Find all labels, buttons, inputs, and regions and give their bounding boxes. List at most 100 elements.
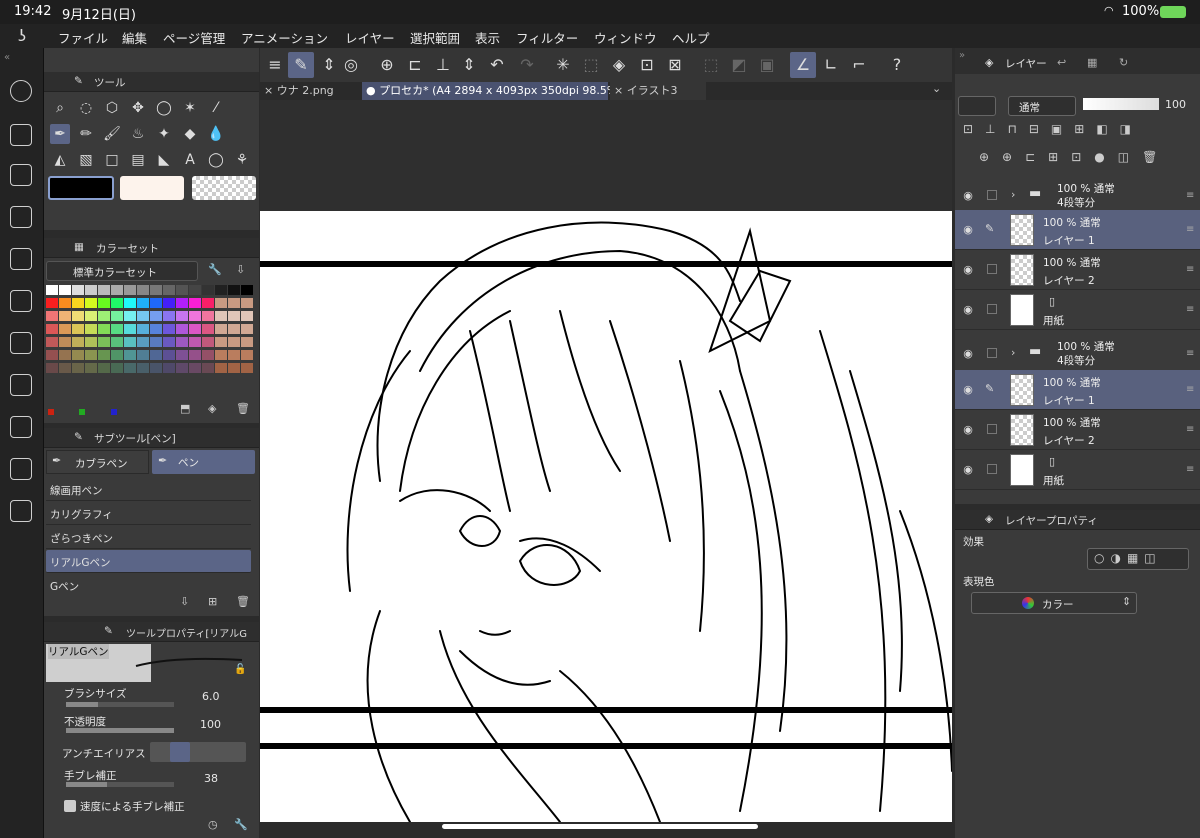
- color-swatch[interactable]: [228, 363, 240, 373]
- color-swatch[interactable]: [241, 324, 253, 334]
- new-file-icon[interactable]: ⊕: [374, 52, 400, 78]
- object-icon[interactable]: ⬡: [102, 98, 122, 118]
- layer-checkbox[interactable]: [987, 190, 997, 200]
- settings-icon[interactable]: 🔧: [234, 818, 248, 831]
- move-icon[interactable]: ✥: [128, 98, 148, 118]
- layer-checkbox[interactable]: [987, 424, 997, 434]
- layer-opacity-value[interactable]: 100: [1165, 98, 1186, 111]
- blend-mode-dropdown[interactable]: 通常: [1008, 96, 1076, 116]
- eraser-icon[interactable]: ◆: [180, 124, 200, 144]
- transform-tool-icon[interactable]: ⊡: [634, 52, 660, 78]
- colorset-dropdown[interactable]: 標準カラーセット: [46, 261, 198, 281]
- eye-icon[interactable]: ◉: [961, 223, 975, 237]
- subtool-item[interactable]: カリグラフィ: [46, 502, 251, 525]
- chevron-down-icon[interactable]: ⌄: [932, 82, 941, 95]
- color-swatch[interactable]: [137, 363, 149, 373]
- color-swatch[interactable]: [215, 285, 227, 295]
- snap-special-icon[interactable]: ∟: [818, 52, 844, 78]
- color-swatch[interactable]: [46, 298, 58, 308]
- color-swatch[interactable]: [215, 324, 227, 334]
- color-swatch[interactable]: [46, 311, 58, 321]
- color-swatch[interactable]: [150, 350, 162, 360]
- color-swatch[interactable]: [163, 298, 175, 308]
- drag-handle-icon[interactable]: ≡: [1186, 190, 1194, 201]
- drag-handle-icon[interactable]: ≡: [1186, 304, 1194, 315]
- color-swatch[interactable]: [202, 311, 214, 321]
- menu-filter[interactable]: フィルター: [516, 28, 578, 47]
- color-swatch[interactable]: [163, 337, 175, 347]
- material-icon[interactable]: [10, 248, 32, 270]
- menu-layer[interactable]: レイヤー: [345, 28, 395, 47]
- invert-icon[interactable]: ◩: [726, 52, 752, 78]
- wrench-icon[interactable]: 🔧: [208, 263, 222, 276]
- color-swatch[interactable]: [72, 363, 84, 373]
- figure-icon[interactable]: □: [102, 150, 122, 170]
- home-icon[interactable]: [10, 80, 32, 102]
- drawing-canvas[interactable]: [257, 211, 955, 823]
- import-icon[interactable]: [10, 290, 32, 312]
- transform-icon[interactable]: [10, 332, 32, 354]
- tool-property-title[interactable]: ツールプロパティ[リアルG: [126, 625, 247, 640]
- color-swatch[interactable]: [124, 350, 136, 360]
- colorset-title[interactable]: カラーセット: [96, 241, 159, 256]
- eyedropper-icon[interactable]: ⁄: [206, 98, 226, 118]
- canvas-icon[interactable]: [10, 374, 32, 396]
- pencil-icon[interactable]: ✏: [76, 124, 96, 144]
- subtool-item[interactable]: ざらつきペン: [46, 526, 251, 549]
- color-swatch[interactable]: [46, 324, 58, 334]
- trash-icon[interactable]: 🗑: [236, 402, 250, 415]
- transparent-color-swatch[interactable]: [192, 176, 256, 200]
- drag-handle-icon[interactable]: ≡: [1186, 464, 1194, 475]
- color-swatch[interactable]: [228, 350, 240, 360]
- subtool-item-selected[interactable]: リアルGペン: [46, 550, 251, 573]
- reset-icon[interactable]: ◷: [208, 818, 218, 831]
- color-swatch[interactable]: [215, 363, 227, 373]
- color-swatch[interactable]: [163, 324, 175, 334]
- crop-icon[interactable]: ⊠: [662, 52, 688, 78]
- expression-dropdown[interactable]: カラー ⇕: [971, 592, 1137, 614]
- color-swatch[interactable]: [176, 285, 188, 295]
- deselect-icon[interactable]: ⬚: [698, 52, 724, 78]
- correct-line-icon[interactable]: ⚘: [232, 150, 252, 170]
- color-swatch[interactable]: [85, 311, 97, 321]
- eye-icon[interactable]: ◉: [961, 189, 975, 203]
- color-swatch[interactable]: [189, 363, 201, 373]
- color-swatch[interactable]: [111, 298, 123, 308]
- color-swatch[interactable]: [215, 337, 227, 347]
- layer-row[interactable]: ◉ 100 % 通常 レイヤー 2 ≡: [955, 410, 1200, 450]
- chevron-updown-icon[interactable]: ⇕: [456, 52, 482, 78]
- drag-handle-icon[interactable]: ≡: [1186, 424, 1194, 435]
- eye-icon[interactable]: ◉: [961, 263, 975, 277]
- subtool-group-pen[interactable]: ペン: [152, 450, 255, 474]
- app-logo-icon[interactable]: ʖ: [18, 26, 26, 45]
- layer-opacity-slider[interactable]: [1083, 98, 1159, 110]
- color-swatch[interactable]: [59, 298, 71, 308]
- color-swatch[interactable]: [202, 324, 214, 334]
- lasso-icon[interactable]: ◯: [154, 98, 174, 118]
- menu-edit[interactable]: 編集: [122, 28, 147, 47]
- pen-tab-icon[interactable]: ✎: [74, 75, 83, 87]
- import-colorset-icon[interactable]: ⇩: [236, 263, 245, 276]
- add-color-icon[interactable]: ⬒: [180, 402, 190, 415]
- brush-size-value[interactable]: 6.0: [202, 690, 220, 703]
- color-swatch[interactable]: [189, 350, 201, 360]
- layer-checkbox[interactable]: [987, 348, 997, 358]
- doc-tab[interactable]: × ウナ 2.png: [260, 82, 362, 100]
- color-swatch[interactable]: [72, 285, 84, 295]
- color-swatch[interactable]: [85, 350, 97, 360]
- layer-row[interactable]: ◉ 100 % 通常 レイヤー 2 ≡: [955, 250, 1200, 290]
- layer-row-selected[interactable]: ◉ ✎ 100 % 通常 レイヤー 1 ≡: [955, 370, 1200, 410]
- undo-icon[interactable]: ↶: [484, 52, 510, 78]
- color-swatch[interactable]: [176, 311, 188, 321]
- color-swatch[interactable]: [137, 350, 149, 360]
- color-swatch[interactable]: [163, 350, 175, 360]
- color-swatch[interactable]: [98, 285, 110, 295]
- color-swatch[interactable]: [98, 324, 110, 334]
- color-swatch[interactable]: [189, 311, 201, 321]
- 3d-icon[interactable]: [10, 458, 32, 480]
- effect-buttons[interactable]: ○◑▦◫: [1087, 548, 1189, 570]
- color-swatch[interactable]: [85, 337, 97, 347]
- color-swatch[interactable]: [215, 298, 227, 308]
- brush-icon[interactable]: 🖌: [102, 124, 122, 144]
- color-swatch[interactable]: [111, 285, 123, 295]
